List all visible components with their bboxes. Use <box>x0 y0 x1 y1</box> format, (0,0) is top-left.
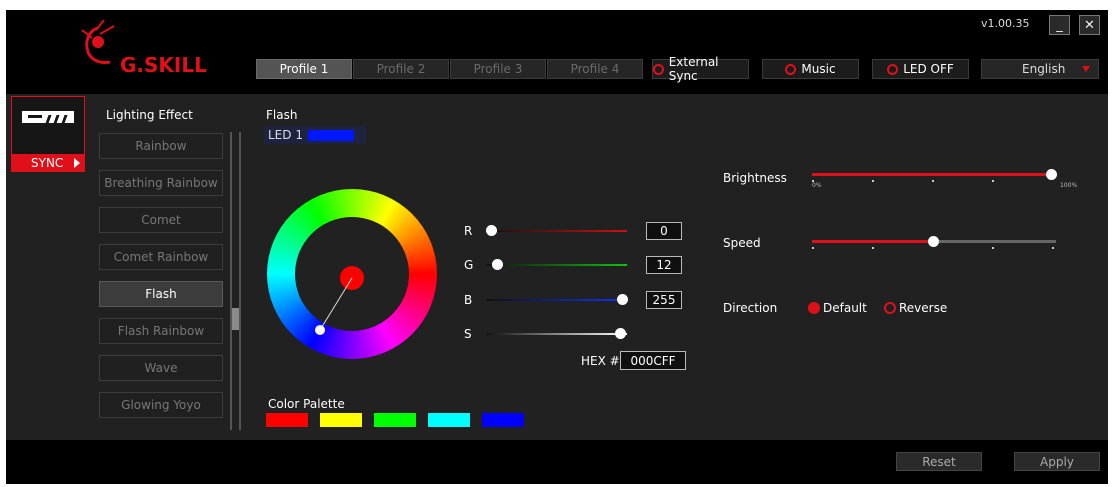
brightness-slider[interactable] <box>812 169 1057 182</box>
lighting-effect-title: Lighting Effect <box>106 108 193 122</box>
speed-tick <box>812 247 814 249</box>
effect-scrollbar-track[interactable] <box>230 132 232 430</box>
sync-device-card[interactable]: SYNC <box>11 96 85 172</box>
sync-label: SYNC <box>31 156 64 170</box>
palette-swatch-yellow[interactable] <box>320 413 362 427</box>
effect-scrollbar-thumb[interactable] <box>232 308 239 330</box>
r-slider-knob[interactable] <box>486 225 497 236</box>
radio-on-icon <box>808 302 820 314</box>
led-off-label: LED OFF <box>903 62 954 76</box>
speed-slider[interactable] <box>812 236 1056 249</box>
effect-breathing-rainbow[interactable]: Breathing Rainbow <box>99 170 223 196</box>
effect-flash-rainbow[interactable]: Flash Rainbow <box>99 318 223 344</box>
tab-profile-4[interactable]: Profile 4 <box>547 59 643 79</box>
direction-label: Direction <box>723 301 778 315</box>
palette-swatch-blue[interactable] <box>482 413 524 427</box>
brightness-max-label: 100% <box>1060 182 1078 189</box>
reset-button[interactable]: Reset <box>896 452 982 471</box>
external-sync-label: External Sync <box>668 55 719 83</box>
led-1-selector[interactable]: LED 1 <box>264 126 366 144</box>
color-wheel-pointer <box>315 277 353 335</box>
brightness-slider-fill <box>812 173 1056 176</box>
svg-text:G.SKILL: G.SKILL <box>120 53 207 77</box>
led-off-toggle[interactable]: LED OFF <box>872 59 969 79</box>
effect-glowing-yoyo[interactable]: Glowing Yoyo <box>99 392 223 418</box>
music-label: Music <box>801 62 836 76</box>
r-value-input[interactable]: 0 <box>646 222 682 240</box>
language-value: English <box>1022 62 1066 76</box>
color-wheel[interactable] <box>267 189 437 359</box>
brightness-label: Brightness <box>723 171 787 185</box>
brightness-tick <box>992 180 994 182</box>
s-slider-knob[interactable] <box>615 328 626 339</box>
speed-tick <box>992 247 994 249</box>
palette-swatch-cyan[interactable] <box>428 413 470 427</box>
s-slider-track[interactable] <box>486 333 627 335</box>
color-palette-title: Color Palette <box>268 397 345 411</box>
direction-reverse-radio[interactable]: Reverse <box>884 301 947 315</box>
radio-off-icon <box>884 302 896 314</box>
direction-default-radio[interactable]: Default <box>808 301 867 315</box>
b-value-input[interactable]: 255 <box>646 291 682 309</box>
main-content: SYNC Lighting Effect Rainbow Breathing R… <box>6 94 1108 440</box>
led-1-label: LED 1 <box>268 128 303 142</box>
g-slider-knob[interactable] <box>492 259 503 270</box>
b-label: B <box>464 293 473 307</box>
app-window: G.SKILL v1.00.35 _ ✕ Profile 1 Profile 2… <box>6 10 1108 484</box>
brightness-min-label: 0% <box>812 182 822 189</box>
palette-swatch-red[interactable] <box>266 413 308 427</box>
sync-button[interactable]: SYNC <box>11 154 85 172</box>
radio-off-icon <box>653 63 664 75</box>
palette-swatch-green[interactable] <box>374 413 416 427</box>
speed-label: Speed <box>723 236 761 250</box>
direction-default-label: Default <box>823 301 867 315</box>
minimize-button[interactable]: _ <box>1049 15 1070 35</box>
hex-label: HEX # <box>581 354 620 368</box>
gskill-logo: G.SKILL <box>76 19 226 80</box>
led-1-color-swatch <box>308 130 354 141</box>
close-button[interactable]: ✕ <box>1079 15 1100 35</box>
effect-settings-title: Flash <box>266 108 298 122</box>
speed-tick <box>872 247 874 249</box>
apply-button[interactable]: Apply <box>1014 452 1100 471</box>
brightness-tick <box>872 180 874 182</box>
g-slider-track[interactable] <box>486 264 627 266</box>
effect-wave[interactable]: Wave <box>99 355 223 381</box>
tab-profile-2[interactable]: Profile 2 <box>353 59 449 79</box>
language-select[interactable]: English <box>981 59 1099 79</box>
version-label: v1.00.35 <box>981 17 1030 30</box>
speed-tick <box>1052 247 1054 249</box>
memory-module-icon <box>22 111 74 123</box>
brightness-slider-knob[interactable] <box>1046 169 1057 180</box>
effect-scrollbar-track-edge <box>239 132 241 430</box>
effect-rainbow[interactable]: Rainbow <box>99 133 223 159</box>
speed-slider-knob[interactable] <box>928 236 939 247</box>
s-label: S <box>464 327 472 341</box>
music-toggle[interactable]: Music <box>762 59 859 79</box>
b-slider-track[interactable] <box>486 299 627 301</box>
footer-bar: Reset Apply <box>6 440 1108 484</box>
tab-profile-3[interactable]: Profile 3 <box>450 59 546 79</box>
direction-reverse-label: Reverse <box>899 301 948 315</box>
effect-comet[interactable]: Comet <box>99 207 223 233</box>
tab-profile-1[interactable]: Profile 1 <box>256 59 352 79</box>
effect-flash[interactable]: Flash <box>99 281 223 307</box>
dropdown-arrow-icon <box>1082 66 1090 72</box>
b-slider-knob[interactable] <box>617 294 628 305</box>
effect-comet-rainbow[interactable]: Comet Rainbow <box>99 244 223 270</box>
external-sync-toggle[interactable]: External Sync <box>652 55 749 83</box>
g-label: G <box>464 258 474 272</box>
brightness-tick <box>932 180 934 182</box>
r-slider-track[interactable] <box>486 230 627 232</box>
radio-off-icon <box>887 63 899 75</box>
r-label: R <box>464 224 473 238</box>
radio-off-icon <box>785 63 797 75</box>
speed-slider-fill <box>812 240 934 243</box>
play-arrow-icon <box>74 158 80 168</box>
hex-input[interactable]: 000CFF <box>620 351 686 370</box>
g-value-input[interactable]: 12 <box>646 256 682 274</box>
